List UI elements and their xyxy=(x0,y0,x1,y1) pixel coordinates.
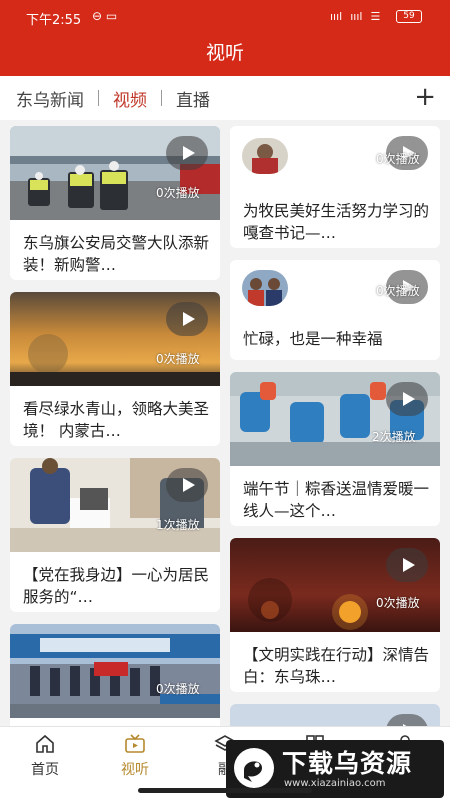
video-card[interactable]: 0次播放 看尽绿水青山，领略大美圣境！ 内蒙古… xyxy=(10,292,220,446)
video-title: 看尽绿水青山，领略大美圣境！ 内蒙古… xyxy=(23,400,210,440)
tab-divider xyxy=(161,90,162,106)
tab-video[interactable]: 视频 xyxy=(111,86,149,111)
thumbnail-avatar xyxy=(242,270,288,306)
home-icon xyxy=(36,734,54,753)
play-count: 2次播放 xyxy=(372,430,416,444)
battery-icon: 59 xyxy=(396,10,422,23)
play-count: 1次播放 xyxy=(156,518,200,532)
status-time: 下午2:55 xyxy=(26,13,82,28)
page-title: 视听 xyxy=(0,34,450,76)
video-card[interactable]: 0次播放 【文明实践在行动】深情告白：东乌珠… xyxy=(230,538,440,692)
signal-icon: ıııl ıııl ☰ xyxy=(330,10,381,23)
category-tabs: 东乌新闻 视频 直播 + xyxy=(0,76,450,120)
video-card[interactable]: 0次播放 忙碌，也是一种幸福 xyxy=(230,260,440,360)
video-title: 端午节｜粽香送温情爱暖一线人—这个… xyxy=(243,480,430,520)
nav-media[interactable]: 视听 xyxy=(100,733,170,779)
video-card[interactable] xyxy=(230,704,440,726)
add-channel-icon[interactable]: + xyxy=(414,84,436,110)
play-icon[interactable] xyxy=(166,302,208,336)
status-bar: 下午2:55 ⊖ ▭ ıııl ıııl ☰ 59 xyxy=(0,0,450,34)
watermark-text: 下载乌资源 xyxy=(282,749,413,778)
video-title: 东乌旗公安局交警大队添新装！新购警… xyxy=(23,234,210,274)
video-feed: 0次播放 东乌旗公安局交警大队添新装！新购警… 0次播放 看尽绿水青山，领略大美… xyxy=(0,120,450,726)
play-count: 0次播放 xyxy=(156,352,200,366)
video-title: 忙碌，也是一种幸福 xyxy=(243,330,383,348)
play-icon[interactable] xyxy=(166,136,208,170)
video-card[interactable]: 0次播放 东乌旗公安局交警大队添新装！新购警… xyxy=(10,126,220,280)
play-count: 0次播放 xyxy=(376,596,420,610)
play-icon[interactable] xyxy=(386,548,428,582)
video-title: 为牧民美好生活努力学习的嘎查书记—… xyxy=(243,202,430,242)
nav-label: 首页 xyxy=(31,762,59,778)
play-icon[interactable] xyxy=(166,468,208,502)
tab-divider xyxy=(98,90,99,106)
play-count: 0次播放 xyxy=(376,152,420,166)
video-card[interactable]: 2次播放 端午节｜粽香送温情爱暖一线人—这个… xyxy=(230,372,440,526)
tv-icon xyxy=(125,734,145,753)
home-indicator xyxy=(138,788,312,793)
video-card[interactable]: 0次播放 xyxy=(10,624,220,726)
video-thumbnail xyxy=(10,624,220,718)
bird-logo-icon xyxy=(234,748,274,788)
thumbnail-avatar xyxy=(242,138,288,174)
play-count: 0次播放 xyxy=(376,284,420,298)
tab-news[interactable]: 东乌新闻 xyxy=(14,86,86,111)
play-icon[interactable] xyxy=(386,382,428,416)
tab-live[interactable]: 直播 xyxy=(174,86,212,111)
video-title: 【文明实践在行动】深情告白：东乌珠… xyxy=(243,646,430,686)
nav-home[interactable]: 首页 xyxy=(10,733,80,779)
notification-icon: ⊖ ▭ xyxy=(92,9,118,23)
video-card[interactable]: 1次播放 【党在我身边】一心为居民服务的“… xyxy=(10,458,220,612)
video-title: 【党在我身边】一心为居民服务的“… xyxy=(23,566,210,606)
nav-label: 视听 xyxy=(121,762,149,778)
play-count: 0次播放 xyxy=(156,682,200,696)
play-count: 0次播放 xyxy=(156,186,200,200)
video-card[interactable]: 0次播放 为牧民美好生活努力学习的嘎查书记—… xyxy=(230,126,440,248)
